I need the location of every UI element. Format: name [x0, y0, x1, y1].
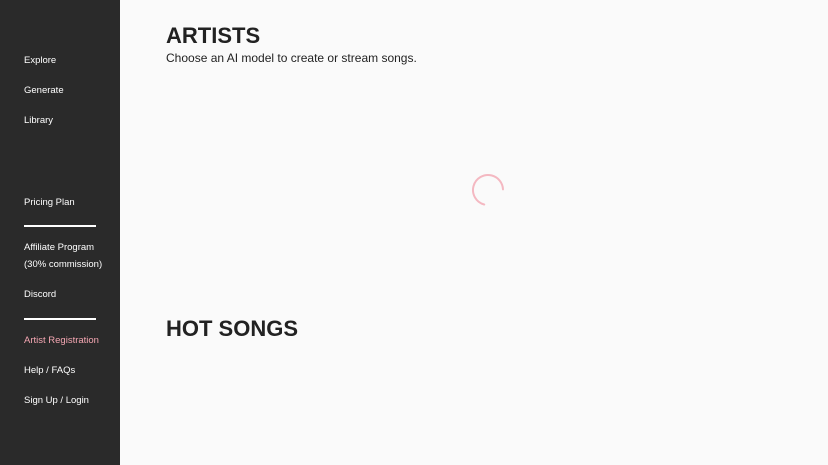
nav-explore[interactable]: Explore: [24, 53, 56, 70]
nav-affiliate-program[interactable]: Affiliate Program (30% commission): [24, 240, 102, 273]
nav-help-faqs[interactable]: Help / FAQs: [24, 363, 75, 380]
nav-discord[interactable]: Discord: [24, 287, 56, 304]
artists-title: ARTISTS: [166, 23, 261, 48]
sidebar-divider: [24, 318, 96, 320]
nav-generate[interactable]: Generate: [24, 83, 64, 100]
hot-songs-title: HOT SONGS: [166, 316, 299, 341]
nav-library[interactable]: Library: [24, 113, 53, 130]
affiliate-program-label: Affiliate Program: [24, 242, 95, 253]
main-content: ARTISTS Choose an AI model to create or …: [120, 0, 828, 465]
nav-sign-up-login[interactable]: Sign Up / Login: [24, 393, 89, 410]
loading-spinner-icon: [472, 174, 504, 206]
artists-subtitle: Choose an AI model to create or stream s…: [166, 51, 417, 65]
nav-pricing-plan[interactable]: Pricing Plan: [24, 195, 75, 212]
app: Explore Generate Library Pricing Plan Af…: [0, 0, 828, 465]
sidebar-divider: [24, 225, 96, 227]
affiliate-commission-label: (30% commission): [24, 258, 103, 270]
nav-artist-registration[interactable]: Artist Registration: [24, 333, 99, 350]
sidebar: Explore Generate Library Pricing Plan Af…: [0, 0, 120, 465]
